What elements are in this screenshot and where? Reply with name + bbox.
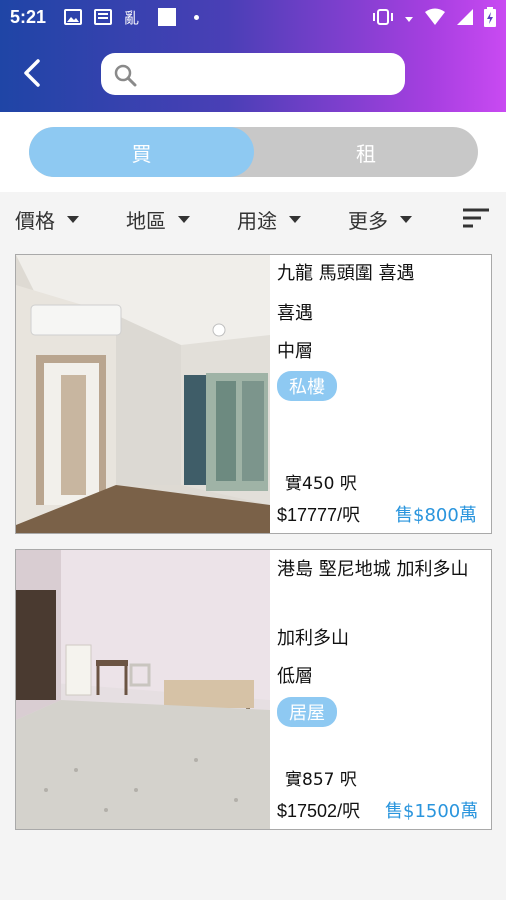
listing-district: 九龍 馬頭圍 喜遇: [277, 263, 415, 284]
system-status-icons: [372, 7, 496, 27]
caret-down-icon: [67, 216, 79, 223]
battery-icon: [484, 7, 496, 27]
listing-unit-price: $17502/呎: [277, 801, 361, 821]
listing-photo: [16, 255, 270, 533]
filter-price[interactable]: 價格: [15, 205, 79, 234]
apartment-photo-1: [16, 255, 270, 533]
dot-icon: [194, 14, 199, 20]
filter-usage-label: 用途: [237, 209, 277, 233]
listing-unit-price: $17777/呎: [277, 505, 361, 525]
notification-icons: 亂: [64, 8, 199, 26]
listing-card[interactable]: 九龍 馬頭圍 喜遇 喜遇 中層 私樓 實450 呎 $17777/呎 售$800…: [15, 254, 492, 534]
filter-more[interactable]: 更多: [348, 205, 412, 234]
caret-down-icon: [178, 216, 190, 223]
tab-buy[interactable]: 買: [29, 127, 254, 177]
listing-sale-price: 售$1500萬: [385, 801, 479, 822]
sort-icon[interactable]: [462, 207, 490, 229]
listing-estate: 喜遇: [277, 303, 313, 324]
filter-district[interactable]: 地區: [126, 205, 190, 234]
back-arrow-icon[interactable]: [18, 58, 48, 88]
search-icon: [114, 64, 137, 87]
square-notification-icon: [158, 8, 176, 26]
listing-area: 實857 呎: [285, 770, 357, 790]
apartment-photo-2: [16, 550, 270, 829]
svg-text:亂: 亂: [124, 9, 139, 26]
buy-rent-toggle: 買 租: [29, 127, 478, 177]
listing-estate: 加利多山: [277, 628, 349, 649]
listing-tag: 私樓: [277, 371, 337, 401]
search-input[interactable]: [145, 53, 399, 97]
listing-floor: 中層: [277, 341, 313, 362]
signal-icon: [457, 9, 473, 25]
caret-down-icon: [400, 216, 412, 223]
wifi-icon: [425, 8, 445, 25]
vibrate-icon: [373, 9, 393, 25]
filter-more-label: 更多: [348, 209, 388, 233]
status-time: 5:21: [10, 7, 47, 27]
caret-down-icon: [289, 216, 301, 223]
listing-tag: 居屋: [277, 697, 337, 727]
listing-card[interactable]: 港島 堅尼地城 加利多山 加利多山 低層 居屋 實857 呎 $17502/呎 …: [15, 549, 492, 830]
image-notification-icon: [64, 9, 82, 25]
filter-district-label: 地區: [126, 209, 166, 233]
filter-price-label: 價格: [15, 209, 55, 233]
news-notification-icon: [94, 9, 112, 25]
tab-rent[interactable]: 租: [254, 127, 478, 177]
listing-area: 實450 呎: [285, 474, 357, 494]
filter-usage[interactable]: 用途: [237, 205, 301, 234]
data-arrows-icon: [405, 17, 413, 22]
listing-photo: [16, 550, 270, 829]
listing-sale-price: 售$800萬: [395, 505, 477, 526]
listing-district: 港島 堅尼地城 加利多山: [277, 559, 469, 580]
search-bar[interactable]: [101, 53, 405, 97]
app-notification-icon: 亂: [124, 9, 139, 26]
listing-floor: 低層: [277, 666, 313, 687]
status-bar: 5:21 亂: [0, 0, 506, 34]
